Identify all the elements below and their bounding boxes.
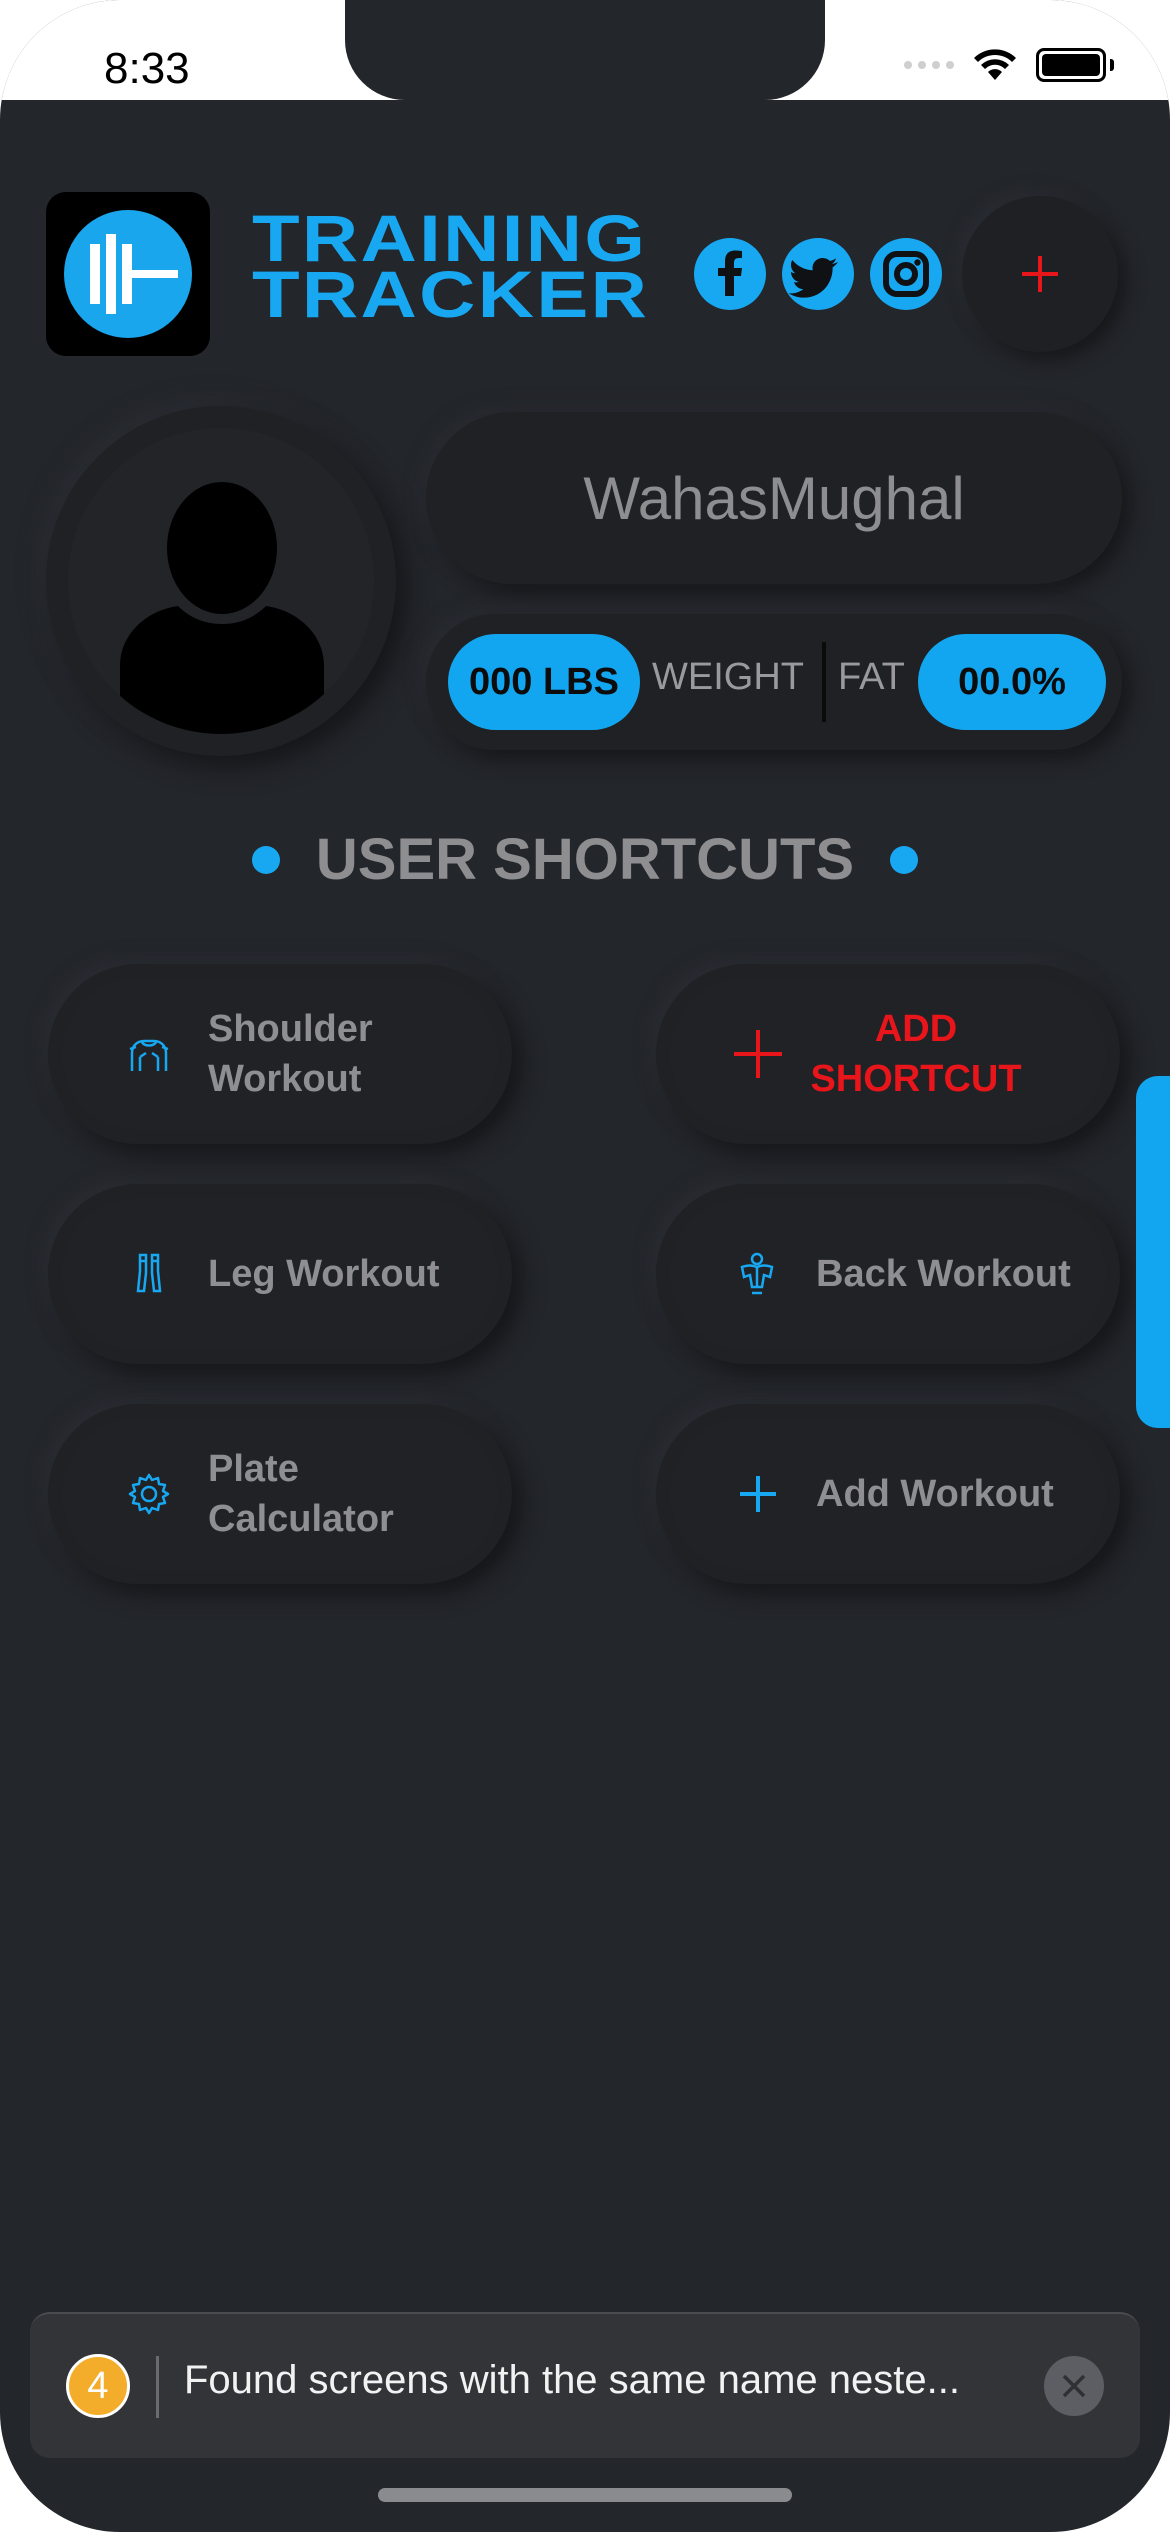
- barbell-icon: [64, 210, 192, 338]
- signal-icon: [904, 61, 954, 69]
- section-title: USER SHORTCUTS: [0, 826, 1170, 893]
- app-screen: 8:33 TRAINING TRACKER WahasMughal 000 LB…: [0, 0, 1170, 2532]
- plus-icon: [734, 1030, 782, 1078]
- warning-toast[interactable]: 4 Found screens with the same name neste…: [30, 2312, 1140, 2458]
- shortcut-label: Shoulder Workout: [208, 1008, 373, 1100]
- weight-label: WEIGHT: [652, 656, 804, 698]
- plus-icon: [1022, 256, 1058, 292]
- fat-label: FAT: [838, 656, 905, 698]
- status-icons: [904, 48, 1114, 82]
- shortcut-shoulder-workout[interactable]: Shoulder Workout: [48, 964, 512, 1144]
- legs-icon: [136, 1253, 162, 1293]
- app-logo: [46, 192, 210, 356]
- plus-icon: [740, 1476, 776, 1512]
- shortcut-label: Back Workout: [816, 1253, 1071, 1295]
- battery-icon: [1036, 48, 1106, 82]
- username-field[interactable]: WahasMughal: [426, 412, 1122, 584]
- shortcut-back-workout[interactable]: Back Workout: [656, 1184, 1120, 1364]
- brand-line2: TRACKER: [252, 257, 650, 331]
- facebook-icon[interactable]: [694, 238, 766, 310]
- weight-value[interactable]: 000 LBS: [448, 634, 640, 730]
- stats-bar: 000 LBS WEIGHT FAT 00.0%: [426, 614, 1122, 750]
- add-workout-button[interactable]: Add Workout: [656, 1404, 1120, 1584]
- section-title-text: USER SHORTCUTS: [315, 827, 855, 892]
- device-notch: [345, 0, 825, 100]
- shortcut-label: Leg Workout: [208, 1253, 440, 1295]
- brand-wordmark: TRAINING TRACKER: [252, 205, 650, 331]
- shortcut-leg-workout[interactable]: Leg Workout: [48, 1184, 512, 1364]
- bullet-dot: [251, 845, 280, 874]
- gear-icon: [128, 1473, 170, 1515]
- twitter-icon[interactable]: [782, 238, 854, 310]
- wifi-icon: [974, 49, 1016, 80]
- toast-message[interactable]: Found screens with the same name neste..…: [184, 2358, 1044, 2403]
- side-drawer-handle[interactable]: [1136, 1076, 1170, 1428]
- home-indicator[interactable]: [378, 2488, 792, 2502]
- bullet-dot: [890, 845, 919, 874]
- status-time: 8:33: [104, 44, 190, 93]
- user-silhouette-icon: [120, 482, 324, 734]
- add-button[interactable]: [962, 196, 1118, 352]
- stats-divider: [822, 642, 826, 722]
- shortcut-label: ADD SHORTCUT: [810, 1008, 1022, 1100]
- shortcut-plate-calculator[interactable]: Plate Calculator: [48, 1404, 512, 1584]
- instagram-icon[interactable]: [870, 238, 942, 310]
- shortcut-label: Plate Calculator: [208, 1448, 394, 1540]
- warning-count-badge: 4: [66, 2354, 130, 2418]
- avatar[interactable]: [46, 406, 396, 756]
- add-shortcut-button[interactable]: ADD SHORTCUT: [656, 964, 1120, 1144]
- shoulder-icon: [129, 1039, 169, 1071]
- toast-divider: [156, 2356, 159, 2418]
- back-icon: [740, 1252, 774, 1295]
- close-icon[interactable]: [1044, 2356, 1104, 2416]
- fat-value[interactable]: 00.0%: [918, 634, 1106, 730]
- shortcut-label: Add Workout: [816, 1473, 1054, 1515]
